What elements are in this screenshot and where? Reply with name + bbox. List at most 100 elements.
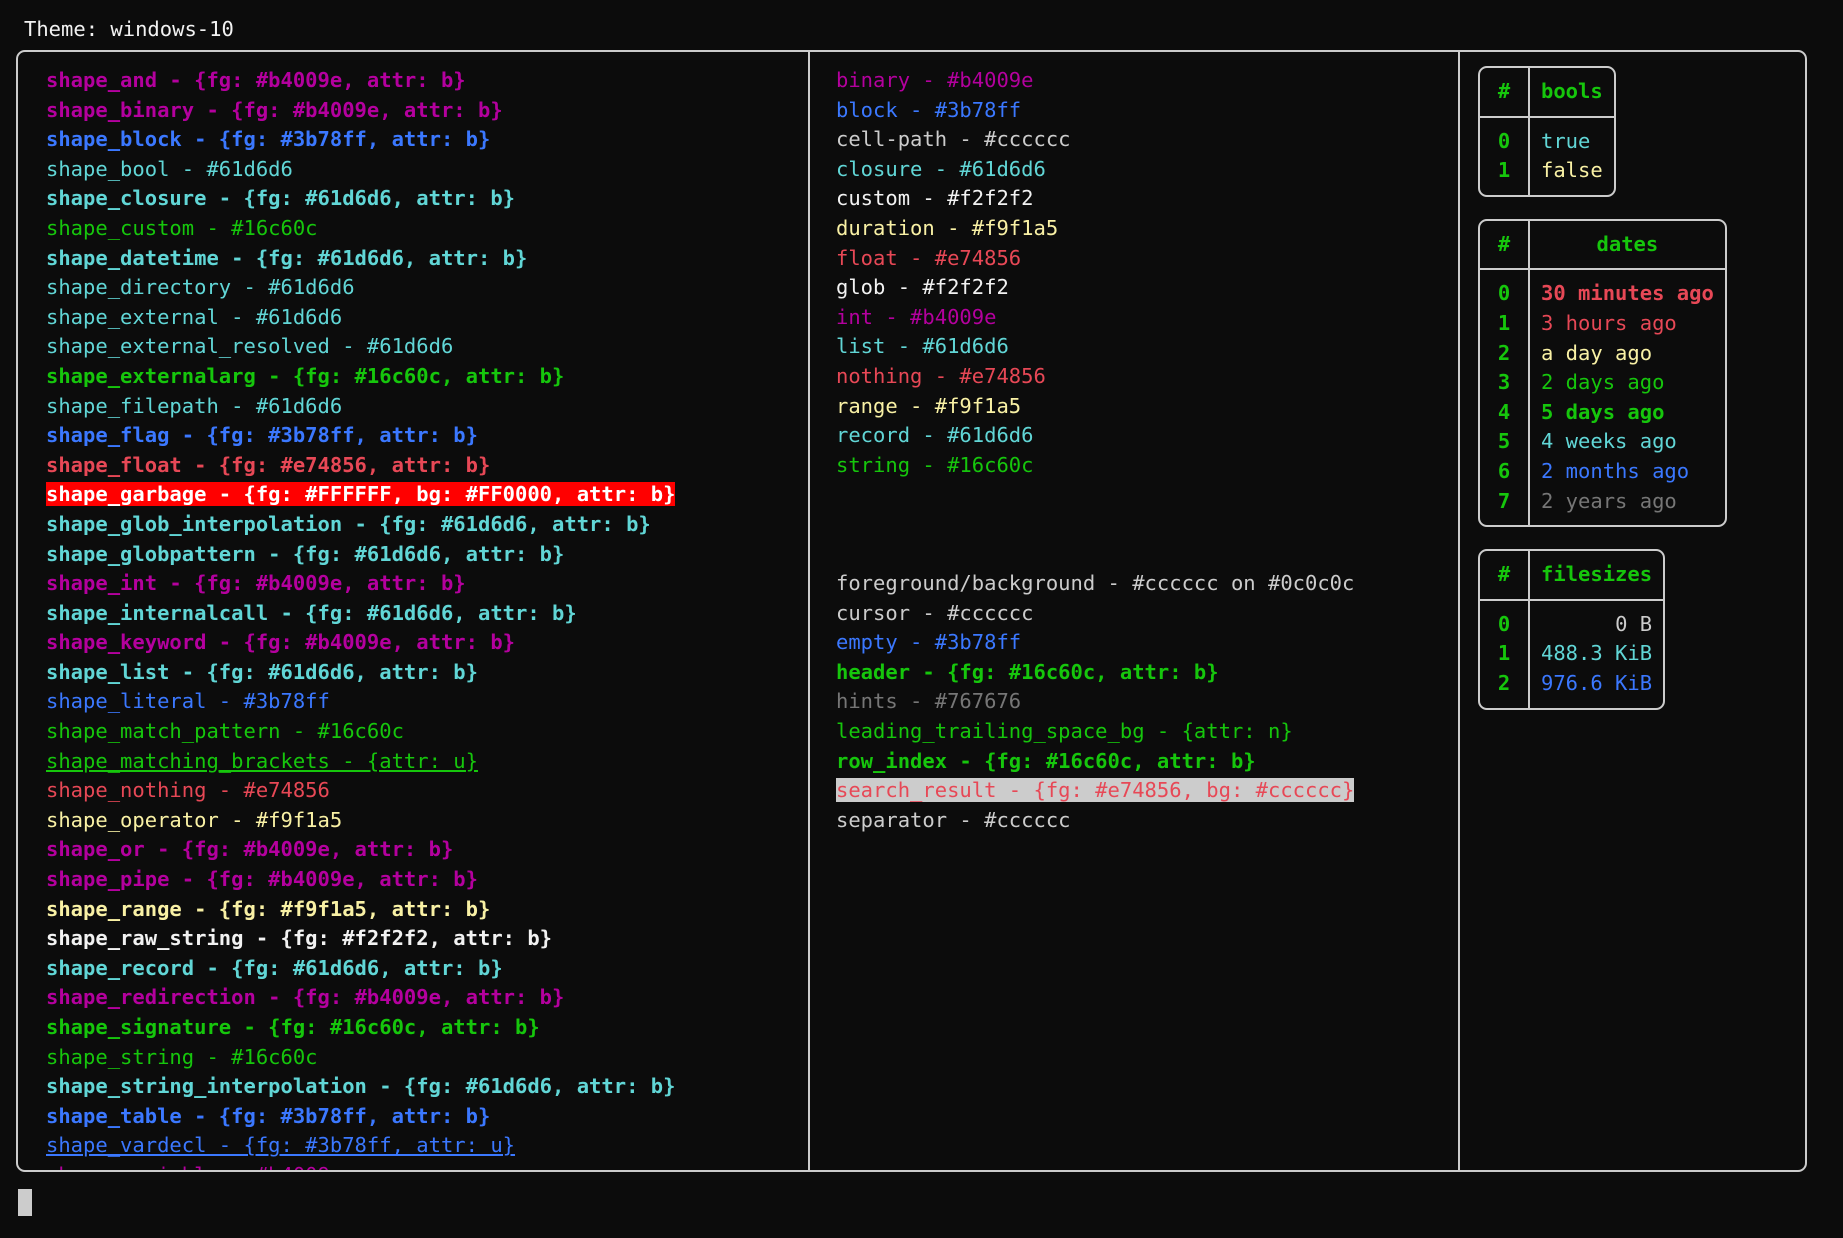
dates-row-index: 5 <box>1480 427 1530 457</box>
shape-line: shape_keyword - {fg: #b4009e, attr: b} <box>46 630 515 655</box>
shape-line: shape_pipe - {fg: #b4009e, attr: b} <box>46 867 478 892</box>
column-spacer-2 <box>836 540 1458 570</box>
table-row: 0 30 minutes ago <box>1480 270 1725 309</box>
table-row: 1 488.3 KiB <box>1480 639 1663 669</box>
table-row: 4 5 days ago <box>1480 397 1725 428</box>
shape-line: shape_custom - #16c60c <box>46 215 318 240</box>
shape-line: shape_binary - {fg: #b4009e, attr: b} <box>46 97 503 122</box>
shape-line: shape_int - {fg: #b4009e, attr: b} <box>46 571 466 596</box>
type-line: int - #b4009e <box>836 304 997 329</box>
ui-element-line: leading_trailing_space_bg - {attr: n} <box>836 719 1293 744</box>
types-line-list: binary - #b4009e block - #3b78ff cell-path… <box>836 66 1458 480</box>
ui-element-line: search_result - {fg: #e74856, bg: #ccccc… <box>836 776 1458 806</box>
bools-header-index: # <box>1480 68 1530 118</box>
shape-line: shape_matching_brackets - {attr: u} <box>46 748 478 773</box>
column-spacer <box>836 480 1458 539</box>
dates-row-value: a day ago <box>1541 340 1653 365</box>
shape-line: shape_operator - #f9f1a5 <box>46 807 343 832</box>
filesizes-row-value: 976.6 KiB <box>1541 670 1653 695</box>
shape-line: shape_nothing - #e74856 <box>46 778 330 803</box>
shape-line: shape_external - #61d6d6 <box>46 304 343 329</box>
ui-element-line: header - {fg: #16c60c, attr: b} <box>836 659 1219 684</box>
ui-element-line: separator - #cccccc <box>836 807 1071 832</box>
type-line: glob - #f2f2f2 <box>836 275 1009 300</box>
dates-row-index: 6 <box>1480 456 1530 487</box>
shape-line: shape_raw_string - {fg: #f2f2f2, attr: b… <box>46 926 553 951</box>
table-row: 1 false <box>1480 156 1614 195</box>
dates-row-index: 0 <box>1480 270 1530 309</box>
types-and-ui-column: binary - #b4009e block - #3b78ff cell-path… <box>808 52 1458 1170</box>
table-row: 1 3 hours ago <box>1480 308 1725 339</box>
filesizes-row-value: 0 B <box>1615 611 1653 636</box>
shape-line: shape_float - {fg: #e74856, attr: b} <box>46 452 491 477</box>
theme-label: Theme: windows-10 <box>24 17 234 41</box>
filesizes-table: # filesizes 0 0 B 1 488.3 KiB 2 976.6 KiB <box>1478 549 1666 710</box>
dates-row-value: 2 months ago <box>1541 458 1690 483</box>
shape-line: shape_block - {fg: #3b78ff, attr: b} <box>46 127 491 152</box>
bools-table: # bools 0 true 1 false <box>1478 66 1616 197</box>
table-row: 3 2 days ago <box>1480 368 1725 398</box>
filesizes-row-index: 0 <box>1480 600 1530 640</box>
ui-element-line: foreground/background - #cccccc on #0c0c… <box>836 571 1355 596</box>
ui-element-line: hints - #767676 <box>836 689 1022 714</box>
filesizes-row-index: 2 <box>1480 668 1530 708</box>
shape-line: shape_literal - #3b78ff <box>46 689 330 714</box>
type-line: float - #e74856 <box>836 245 1022 270</box>
shape-line: shape_datetime - {fg: #61d6d6, attr: b} <box>46 245 528 270</box>
shape-line-highlight: shape_garbage - {fg: #FFFFFF, bg: #FF000… <box>46 482 676 507</box>
table-row: 2 a day ago <box>1480 338 1725 369</box>
shape-line: shape_internalcall - {fg: #61d6d6, attr:… <box>46 600 577 625</box>
type-line: list - #61d6d6 <box>836 334 1009 359</box>
shape-line: shape_table - {fg: #3b78ff, attr: b} <box>46 1103 491 1128</box>
shape-line: shape_record - {fg: #61d6d6, attr: b} <box>46 955 503 980</box>
shapes-line-list: shape_and - {fg: #b4009e, attr: b} shape_… <box>46 66 808 1170</box>
shape-line: shape_variable - #b4009e <box>46 1161 808 1170</box>
shape-line: shape_closure - {fg: #61d6d6, attr: b} <box>46 186 515 211</box>
table-row: 5 4 weeks ago <box>1480 427 1725 457</box>
shape-line: shape_signature - {fg: #16c60c, attr: b} <box>46 1015 540 1039</box>
table-row: 0 true <box>1480 117 1614 157</box>
shapes-column: shape_and - {fg: #b4009e, attr: b} shape_… <box>18 52 808 1170</box>
dates-row-index: 3 <box>1480 368 1530 398</box>
dates-row-value: 2 days ago <box>1541 370 1665 395</box>
table-row: 0 0 B <box>1480 600 1663 640</box>
filesizes-table-head: # filesizes <box>1480 551 1664 601</box>
ui-element-line: row_index - {fg: #16c60c, attr: b} <box>836 748 1256 773</box>
bools-row-value: false <box>1541 158 1603 183</box>
filesizes-header-value: filesizes <box>1530 551 1664 601</box>
filesizes-header-index: # <box>1480 551 1530 601</box>
type-line: binary - #b4009e <box>836 68 1034 92</box>
table-row: 6 2 months ago <box>1480 456 1725 487</box>
shape-line: shape_string_interpolation - {fg: #61d6d… <box>46 1074 676 1099</box>
table-header-row: # dates <box>1480 220 1725 271</box>
bools-row-index: 0 <box>1480 117 1530 157</box>
table-header-row: # bools <box>1480 68 1614 118</box>
shape-line: shape_string - #16c60c <box>46 1044 318 1069</box>
dates-row-value: 30 minutes ago <box>1541 281 1714 306</box>
shape-line: shape_filepath - #61d6d6 <box>46 393 343 418</box>
bools-table-head: # bools <box>1480 68 1614 118</box>
type-line: cell-path - #cccccc <box>836 127 1071 152</box>
shape-line: shape_match_pattern - #16c60c <box>46 719 404 744</box>
shape-line: shape_flag - {fg: #3b78ff, attr: b} <box>46 423 478 448</box>
shape-line: shape_bool - #61d6d6 <box>46 156 293 181</box>
ui-element-line-highlight: search_result - {fg: #e74856, bg: #ccccc… <box>836 778 1355 803</box>
shape-line: shape_list - {fg: #61d6d6, attr: b} <box>46 659 478 684</box>
type-line: range - #f9f1a5 <box>836 393 1022 418</box>
terminal-screen: Theme: windows-10 shape_and - {fg: #b400… <box>0 0 1843 1238</box>
bools-header-value: bools <box>1530 68 1614 118</box>
type-line: string - #16c60c <box>836 452 1034 477</box>
shape-line: shape_redirection - {fg: #b4009e, attr: … <box>46 985 565 1010</box>
filesizes-row-value: 488.3 KiB <box>1541 641 1653 666</box>
table-row: 2 976.6 KiB <box>1480 668 1663 708</box>
dates-row-value: 2 years ago <box>1541 488 1677 513</box>
ui-element-line: empty - #3b78ff <box>836 630 1022 655</box>
table-header-row: # filesizes <box>1480 551 1664 601</box>
ui-elements-line-list: foreground/background - #cccccc on #0c0c… <box>836 569 1458 835</box>
shape-line: shape_and - {fg: #b4009e, attr: b} <box>46 68 466 92</box>
dates-header-index: # <box>1480 220 1530 271</box>
dates-table: # dates 0 30 minutes ago 1 3 hours ago 2 a da… <box>1478 218 1727 528</box>
dates-row-index: 1 <box>1480 308 1530 339</box>
shape-line: shape_glob_interpolation - {fg: #61d6d6,… <box>46 511 651 536</box>
bools-row-index: 1 <box>1480 156 1530 195</box>
